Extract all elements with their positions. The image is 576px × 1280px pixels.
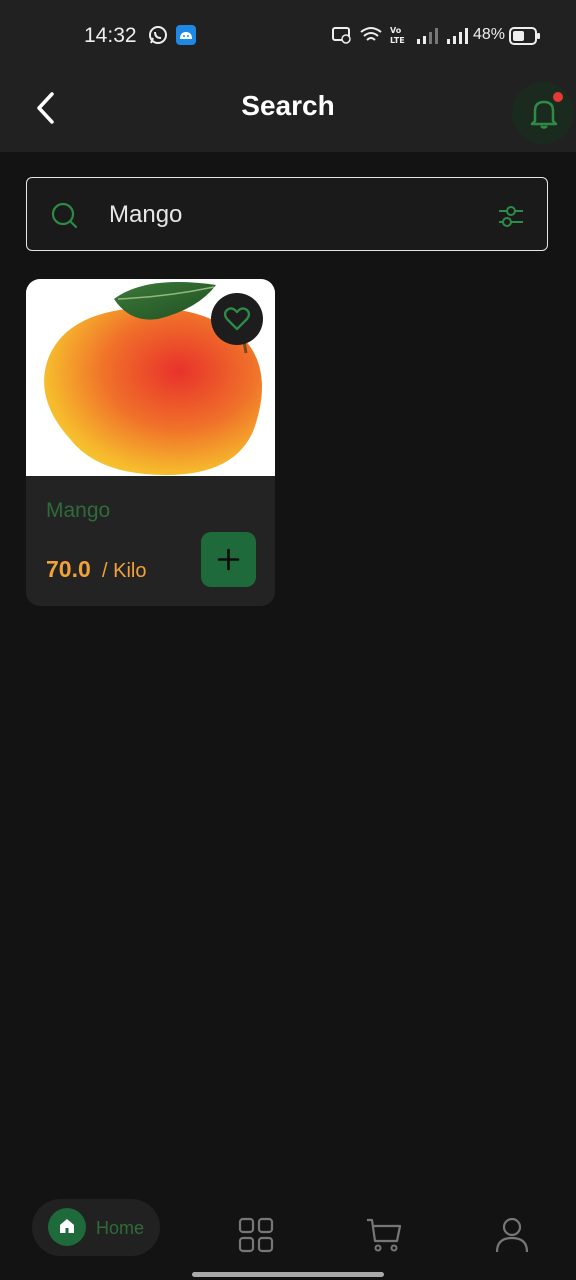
home-icon-wrap	[48, 1208, 86, 1246]
search-bar[interactable]	[26, 177, 548, 251]
favorite-button[interactable]	[211, 293, 263, 345]
signal-icon	[417, 28, 438, 44]
status-bar: 14:32 Vo LTE 48%	[0, 0, 576, 72]
notification-dot	[553, 92, 563, 102]
nav-item-label: Home	[96, 1218, 145, 1238]
grid-icon[interactable]	[238, 1217, 274, 1253]
add-to-cart-button[interactable]	[201, 532, 256, 587]
product-name: Mango	[46, 499, 111, 522]
app-bar: Search	[0, 72, 576, 152]
product-card[interactable]: Mango 70.0 / Kilo	[26, 279, 275, 606]
home-indicator[interactable]	[192, 1272, 384, 1277]
volte-icon: Vo LTE	[390, 26, 405, 45]
bottom-navigation: Home	[0, 1180, 576, 1280]
svg-text:LTE: LTE	[390, 36, 405, 45]
plus-icon	[217, 548, 240, 571]
product-price: 70.0	[46, 556, 91, 582]
svg-text:Vo: Vo	[390, 26, 402, 35]
sliders-icon[interactable]	[497, 202, 525, 230]
status-time: 14:32	[84, 24, 137, 47]
cast-icon	[332, 27, 351, 44]
product-unit: / Kilo	[102, 560, 147, 582]
heart-icon	[224, 307, 250, 331]
signal-icon	[447, 28, 468, 44]
nav-item-home[interactable]: Home	[32, 1199, 160, 1256]
user-icon[interactable]	[495, 1217, 529, 1253]
page-title: Search	[241, 90, 335, 121]
wifi-icon	[360, 27, 382, 41]
whatsapp-icon	[149, 26, 167, 44]
search-icon	[51, 202, 78, 229]
android-icon	[176, 25, 196, 45]
cart-icon[interactable]	[366, 1217, 402, 1253]
search-input[interactable]	[109, 198, 469, 232]
home-icon	[60, 1219, 74, 1233]
battery-percent: 48%	[473, 26, 506, 43]
bell-icon	[530, 100, 558, 129]
battery-icon	[509, 27, 540, 45]
notification-button[interactable]	[512, 82, 574, 144]
